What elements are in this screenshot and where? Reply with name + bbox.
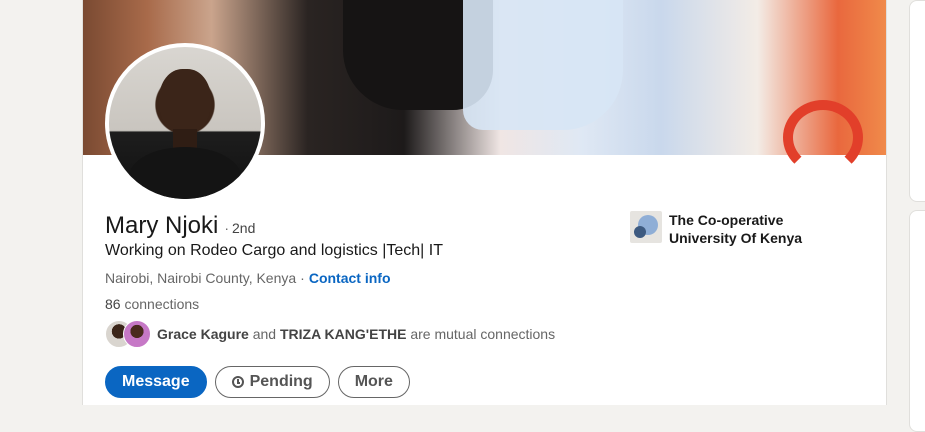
more-button[interactable]: More [337, 366, 410, 398]
name-row: Mary Njoki · 2nd [105, 212, 255, 240]
avatar-body [129, 147, 241, 199]
mutual-avatars [105, 320, 153, 348]
cover-shape [783, 100, 863, 175]
education-name: The Co-operative University Of Kenya [669, 212, 803, 246]
connections-label: connections [124, 296, 200, 312]
connections-link[interactable]: 86 connections [105, 296, 199, 312]
logo-shape [634, 226, 646, 238]
location-row: Nairobi, Nairobi County, Kenya · Contact i… [105, 270, 391, 286]
pending-button[interactable]: Pending [214, 366, 330, 398]
profile-headline: Working on Rodeo Cargo and logistics |Te… [105, 242, 443, 259]
message-button[interactable]: Message [105, 366, 207, 398]
education-link[interactable]: The Co-operative University Of Kenya [630, 211, 854, 247]
avatar [123, 320, 151, 348]
profile-actions: Message Pending More [105, 366, 410, 398]
avatar [109, 47, 261, 199]
contact-info-link[interactable]: Contact info [309, 270, 391, 286]
mutual-suffix: are mutual connections [410, 326, 556, 342]
mutual-person-1: Grace Kagure [157, 326, 249, 342]
university-logo-icon [630, 211, 662, 243]
profile-photo[interactable] [105, 43, 265, 203]
right-rail-card [909, 0, 925, 202]
right-rail-card [909, 210, 925, 432]
avatar-face [159, 69, 211, 135]
degree-label: 2nd [232, 220, 256, 236]
connections-count: 86 [105, 296, 121, 312]
pending-label: Pending [249, 373, 313, 390]
mutual-text: Grace Kagure and TRIZA KANG'ETHE are mut… [157, 326, 555, 342]
location-text: Nairobi, Nairobi County, Kenya [105, 270, 297, 286]
degree-dot: · [224, 220, 230, 236]
mutual-and: and [252, 326, 277, 342]
cover-shape [463, 0, 623, 130]
connection-degree: · 2nd [224, 220, 255, 236]
mutual-connections[interactable]: Grace Kagure and TRIZA KANG'ETHE are mut… [105, 320, 555, 348]
separator: · [300, 270, 305, 286]
profile-name: Mary Njoki [105, 212, 219, 239]
mutual-person-2: TRIZA KANG'ETHE [279, 326, 407, 342]
clock-icon [231, 376, 244, 388]
